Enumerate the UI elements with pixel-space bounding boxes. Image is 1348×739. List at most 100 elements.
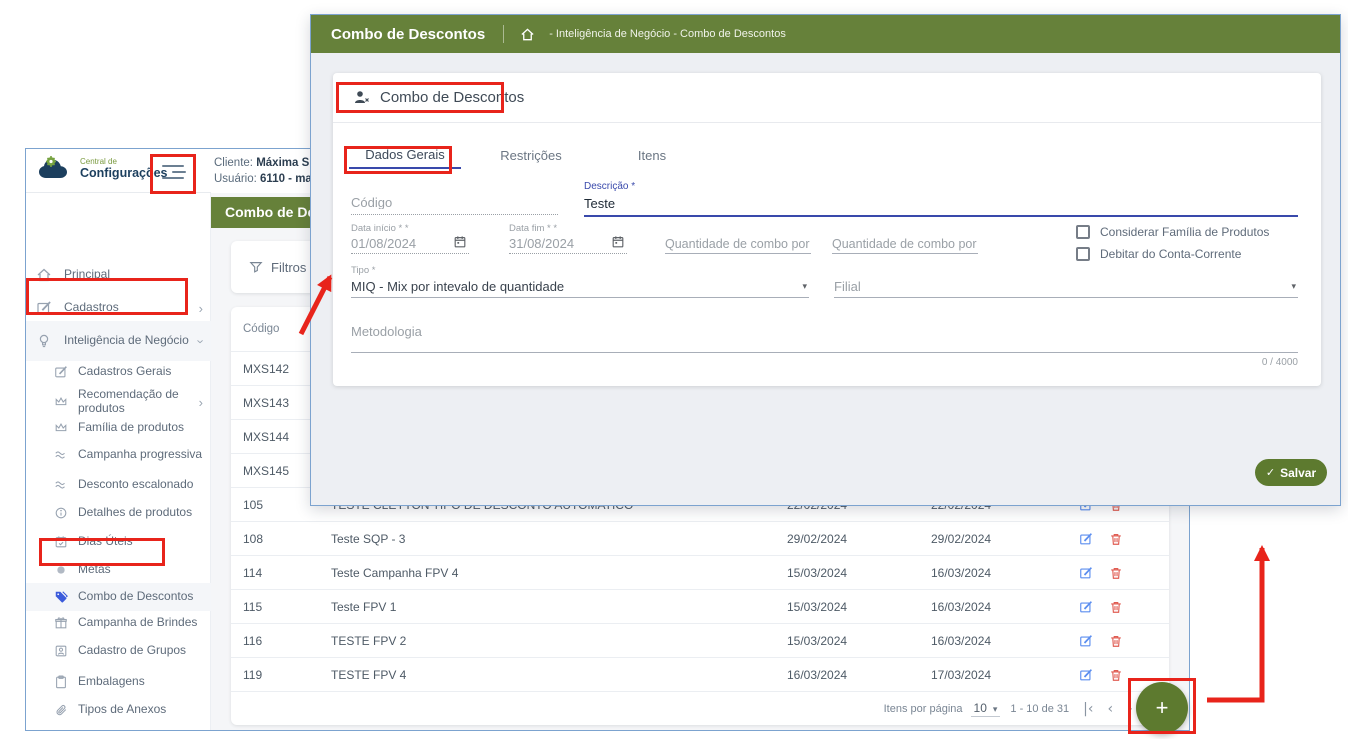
tipo-select[interactable]: Tipo * MIQ - Mix por intevalo de quantid…: [351, 265, 809, 298]
filter-icon: [249, 260, 263, 274]
first-page-button[interactable]: |‹: [1083, 701, 1093, 717]
chevron-icon: ›: [199, 731, 203, 732]
edit-icon[interactable]: [1079, 532, 1093, 546]
tab-restricoes[interactable]: Restrições: [483, 141, 579, 169]
save-button[interactable]: ✓ Salvar: [1255, 459, 1327, 486]
sidebar-item[interactable]: Combo de Descontos: [26, 583, 211, 611]
metodologia-textarea[interactable]: Metodologia: [351, 311, 1298, 353]
debitar-conta-label: Debitar do Conta-Corrente: [1100, 247, 1241, 261]
tabs-bar: Dados Gerais Restrições Itens: [333, 141, 1321, 169]
caret-down-icon: ▾: [802, 282, 807, 292]
data-inicio-field[interactable]: Data início * * 01/08/2024: [351, 223, 469, 254]
delete-icon[interactable]: [1109, 532, 1123, 546]
pagination-bar: Itens por página 10▾ 1 - 10 de 31 |‹ ‹ ›…: [231, 691, 1169, 725]
delete-icon[interactable]: [1109, 566, 1123, 580]
user-label: Usuário:: [214, 173, 257, 185]
items-per-page-label: Itens por página: [884, 703, 963, 715]
prev-page-button[interactable]: ‹: [1107, 701, 1113, 717]
table-row[interactable]: 114 Teste Campanha FPV 4 15/03/2024 16/0…: [231, 555, 1169, 589]
edit-icon[interactable]: [1079, 668, 1093, 682]
arrow-from-fab-up: [1207, 548, 1262, 700]
filial-select[interactable]: Filial ▾: [834, 277, 1298, 298]
data-fim-field[interactable]: Data fim * * 31/08/2024: [509, 223, 627, 254]
circle-icon: [54, 563, 68, 577]
gift-icon: [54, 616, 68, 630]
calendar-check-icon: [54, 535, 68, 549]
home-icon: [36, 267, 52, 283]
chevron-icon: ›: [199, 395, 203, 410]
tipo-label: Tipo *: [351, 265, 809, 277]
edit-icon[interactable]: [1079, 566, 1093, 580]
sidebar-item[interactable]: Embalagens: [26, 668, 211, 696]
debitar-conta-checkbox[interactable]: [1076, 247, 1090, 261]
delete-icon[interactable]: [1109, 668, 1123, 682]
group-icon: [54, 644, 68, 658]
tab-dados-gerais[interactable]: Dados Gerais: [349, 141, 461, 169]
edit-icon: [36, 300, 52, 316]
sidebar-item[interactable]: Dias Úteis: [26, 528, 211, 556]
header-divider: [503, 25, 504, 43]
brand-line2: Configurações: [80, 167, 168, 180]
card-title-row: Combo de Descontos: [333, 73, 1321, 123]
chevron-icon: ›: [199, 301, 203, 316]
qtd-cliente-placeholder: Quantidade de combo por clien...: [665, 235, 811, 253]
crown-icon: [54, 421, 68, 435]
debitar-conta-option: Debitar do Conta-Corrente: [1076, 247, 1241, 261]
codigo-placeholder: Código: [351, 191, 558, 209]
considerar-familia-checkbox[interactable]: [1076, 225, 1090, 239]
sidebar: Principal Cadastros › Inteligência de Ne…: [26, 193, 211, 730]
data-fim-value: 31/08/2024: [509, 235, 627, 253]
info-icon: [54, 506, 68, 520]
qtd-combo-cliente-field[interactable]: Quantidade de combo por clien...: [665, 235, 811, 254]
items-per-page-select[interactable]: 10▾: [971, 701, 1001, 717]
sidebar-item[interactable]: Campanha progressiva: [26, 441, 211, 469]
card-title: Combo de Descontos: [380, 89, 524, 106]
qtd-combo-usuario-field[interactable]: Quantidade de combo por usuário: [832, 235, 978, 254]
edit-icon[interactable]: [1079, 634, 1093, 648]
sidebar-item[interactable]: Principal: [26, 261, 211, 289]
sidebar-item[interactable]: Inteligência de Negócio ›: [26, 321, 211, 361]
home-icon[interactable]: [520, 27, 535, 42]
combo-descontos-modal: Combo de Descontos - Inteligência de Neg…: [310, 14, 1341, 506]
sidebar-item[interactable]: Família de produtos: [26, 414, 211, 442]
sidebar-item[interactable]: Detalhes de produtos: [26, 499, 211, 527]
delete-icon[interactable]: [1109, 600, 1123, 614]
calendar-icon[interactable]: [611, 235, 625, 249]
edit-icon[interactable]: [1079, 600, 1093, 614]
sidebar-item[interactable]: Campanha de Brindes: [26, 609, 211, 637]
tab-itens[interactable]: Itens: [617, 141, 687, 169]
sidebar-item[interactable]: Cadastros Gerais: [26, 358, 211, 386]
waves-icon: [54, 448, 68, 462]
table-row[interactable]: 115 Teste FPV 1 15/03/2024 16/03/2024: [231, 589, 1169, 623]
cloud-gear-logo-icon: [38, 156, 74, 182]
table-row[interactable]: 119 TESTE FPV 4 16/03/2024 17/03/2024: [231, 657, 1169, 691]
sidebar-item[interactable]: Cadastros ›: [26, 294, 211, 322]
sidebar-item[interactable]: Restrições ›: [26, 724, 211, 731]
person-icon: [353, 89, 370, 106]
breadcrumb: - Inteligência de Negócio - Combo de Des…: [549, 28, 786, 40]
descricao-field[interactable]: Descrição * Teste: [584, 181, 1298, 217]
sidebar-item[interactable]: Desconto escalonado: [26, 471, 211, 499]
screenshot-canvas: Central de Configurações Cliente: Máxima…: [0, 0, 1348, 739]
menu-toggle-button[interactable]: [156, 159, 192, 185]
sidebar-item[interactable]: Tipos de Anexos: [26, 696, 211, 724]
app-logo: Central de Configurações: [38, 156, 168, 182]
next-page-button[interactable]: ›: [1127, 701, 1133, 717]
add-combo-fab[interactable]: +: [1136, 682, 1188, 734]
modal-title: Combo de Descontos: [331, 26, 485, 43]
tipo-value: MIQ - Mix por intevalo de quantidade: [351, 277, 809, 297]
codigo-field[interactable]: Código: [351, 191, 558, 215]
delete-icon[interactable]: [1109, 634, 1123, 648]
calendar-icon[interactable]: [453, 235, 467, 249]
qtd-usuario-placeholder: Quantidade de combo por usuário: [832, 235, 978, 253]
form-card: Combo de Descontos Dados Gerais Restriçõ…: [333, 73, 1321, 386]
caret-down-icon: ▾: [993, 704, 998, 714]
table-row[interactable]: 108 Teste SQP - 3 29/02/2024 29/02/2024: [231, 521, 1169, 555]
sidebar-item[interactable]: Cadastro de Grupos: [26, 637, 211, 665]
edit-icon: [54, 365, 68, 379]
sidebar-item[interactable]: Metas: [26, 556, 211, 584]
table-row[interactable]: 116 TESTE FPV 2 15/03/2024 16/03/2024: [231, 623, 1169, 657]
tag-icon: [54, 590, 68, 604]
data-inicio-label: Data início * *: [351, 223, 469, 235]
bulb-icon: [36, 333, 52, 349]
